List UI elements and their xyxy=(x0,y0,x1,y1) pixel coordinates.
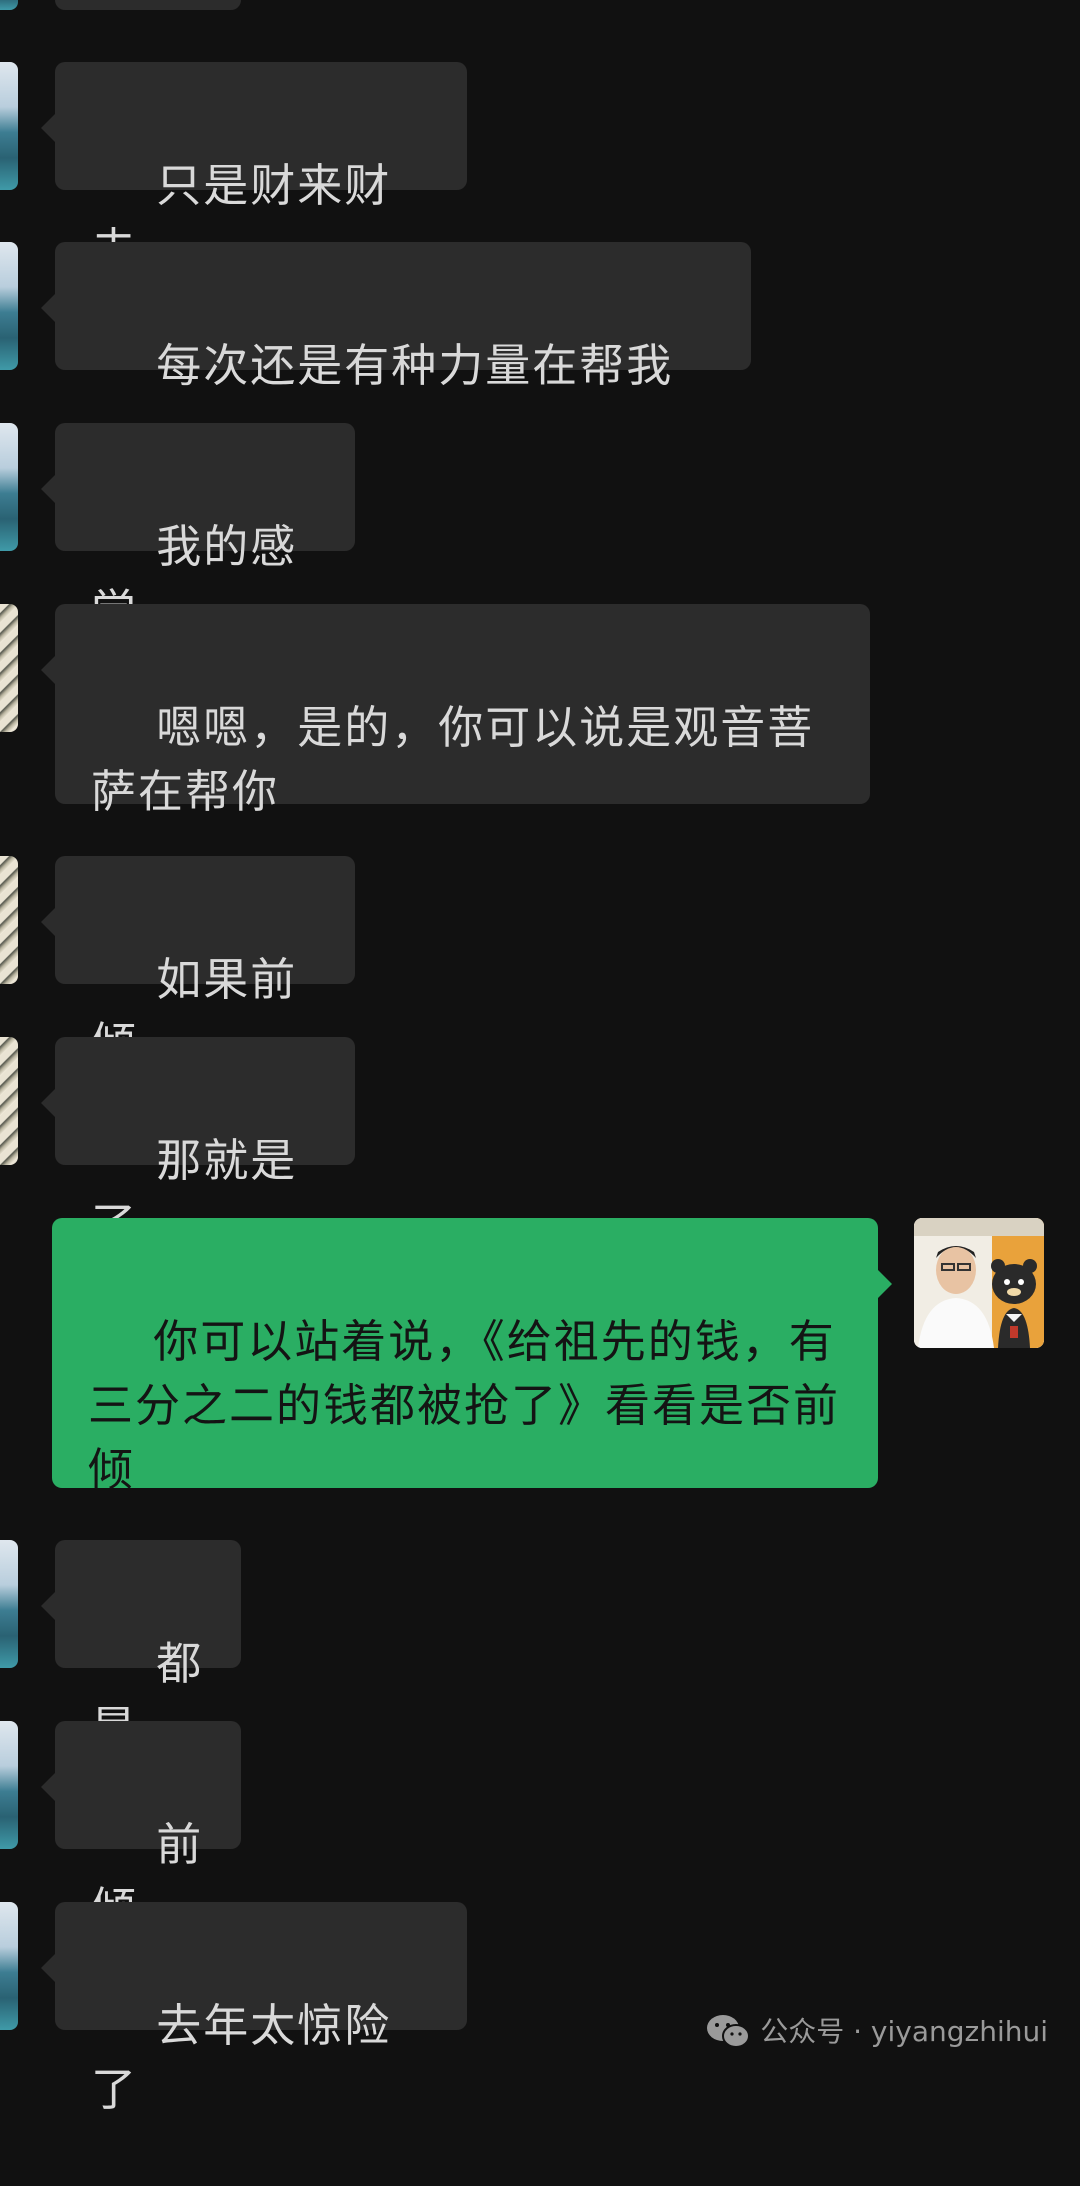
watermark: 公众号 · yiyangzhihui xyxy=(706,2012,1048,2052)
user-avatar[interactable] xyxy=(914,1218,1044,1348)
wechat-icon xyxy=(706,2014,751,2050)
message-bubble-incoming[interactable]: 前倾 xyxy=(41,1721,241,1935)
avatar-partial[interactable] xyxy=(0,0,18,10)
contact-avatar[interactable] xyxy=(0,604,18,732)
message-bubble-incoming[interactable]: 如果前倾 xyxy=(41,856,355,1070)
message-bubble-incoming[interactable]: 都是 xyxy=(41,1540,241,1754)
message-bubble-outgoing[interactable]: 你可以站着说，《给祖先的钱，有三分之二的钱都被抢了》看看是否前倾 xyxy=(52,1218,892,1496)
contact-avatar[interactable] xyxy=(0,1037,18,1165)
contact-avatar[interactable] xyxy=(0,62,18,190)
chat-window: 只是财来财去 每次还是有种力量在帮我 我的感觉 嗯嗯，是的，你可以说是观音菩萨在… xyxy=(0,0,1080,2116)
message-bubble-incoming[interactable]: 我的感觉 xyxy=(41,423,355,637)
message-bubble-incoming[interactable]: 只是财来财去 xyxy=(41,62,467,276)
message-text: 嗯嗯，是的，你可以说是观音菩萨在帮你 xyxy=(91,701,815,818)
message-bubble-incoming[interactable]: 那就是了 xyxy=(41,1037,355,1251)
message-text: 你可以站着说，《给祖先的钱，有三分之二的钱都被抢了》看看是否前倾 xyxy=(88,1315,841,1496)
message-bubble-partial xyxy=(55,0,241,10)
contact-avatar[interactable] xyxy=(0,423,18,551)
message-bubble-incoming[interactable]: 嗯嗯，是的，你可以说是观音菩萨在帮你 xyxy=(41,604,870,818)
contact-avatar[interactable] xyxy=(0,856,18,984)
message-bubble-incoming[interactable]: 去年太惊险了 xyxy=(41,1902,467,2116)
contact-avatar[interactable] xyxy=(0,1902,18,2030)
watermark-text: 公众号 · yiyangzhihui xyxy=(760,2015,1048,2048)
message-text: 去年太惊险了 xyxy=(91,1999,392,2116)
contact-avatar[interactable] xyxy=(0,1540,18,1668)
message-bubble-incoming[interactable]: 每次还是有种力量在帮我 xyxy=(41,242,751,392)
message-text: 每次还是有种力量在帮我 xyxy=(156,339,674,392)
contact-avatar[interactable] xyxy=(0,1721,18,1849)
contact-avatar[interactable] xyxy=(0,242,18,370)
